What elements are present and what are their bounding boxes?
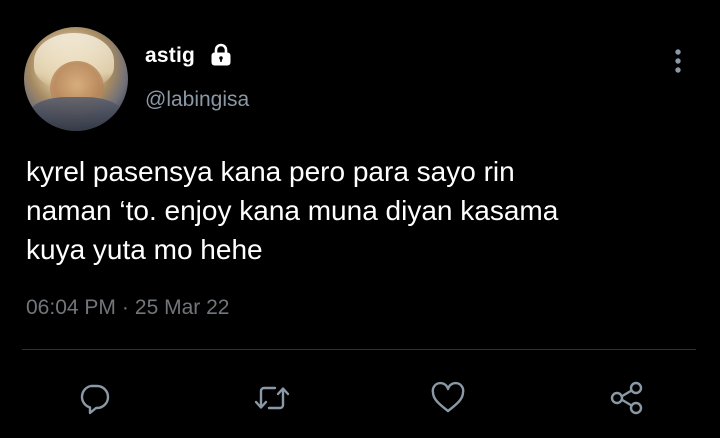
divider <box>22 349 696 350</box>
user-handle[interactable]: @labingisa <box>145 88 249 112</box>
tweet-timestamp[interactable]: 06:04 PM · 25 Mar 22 <box>26 296 229 320</box>
display-name[interactable]: astig <box>145 44 195 68</box>
tweet-date: 25 Mar 22 <box>134 296 230 319</box>
share-button[interactable] <box>602 372 650 424</box>
action-bar <box>0 372 720 424</box>
reply-button[interactable] <box>70 372 118 424</box>
heart-icon <box>429 380 467 416</box>
avatar[interactable] <box>24 27 128 131</box>
tweet-text: kyrel pasensya kana pero para sayo rin n… <box>26 156 559 265</box>
reply-icon <box>76 380 112 416</box>
more-vertical-icon[interactable] <box>666 46 690 78</box>
tweet-card: astig @labingisa kyrel pasensya kana per… <box>0 0 720 438</box>
lock-icon <box>208 42 234 68</box>
retweet-icon <box>252 380 292 416</box>
avatar-shirt <box>30 97 122 131</box>
tweet-time: 06:04 PM <box>26 296 116 319</box>
like-button[interactable] <box>424 372 472 424</box>
meta-separator: · <box>121 296 129 319</box>
retweet-button[interactable] <box>248 372 296 424</box>
share-icon <box>607 379 645 417</box>
